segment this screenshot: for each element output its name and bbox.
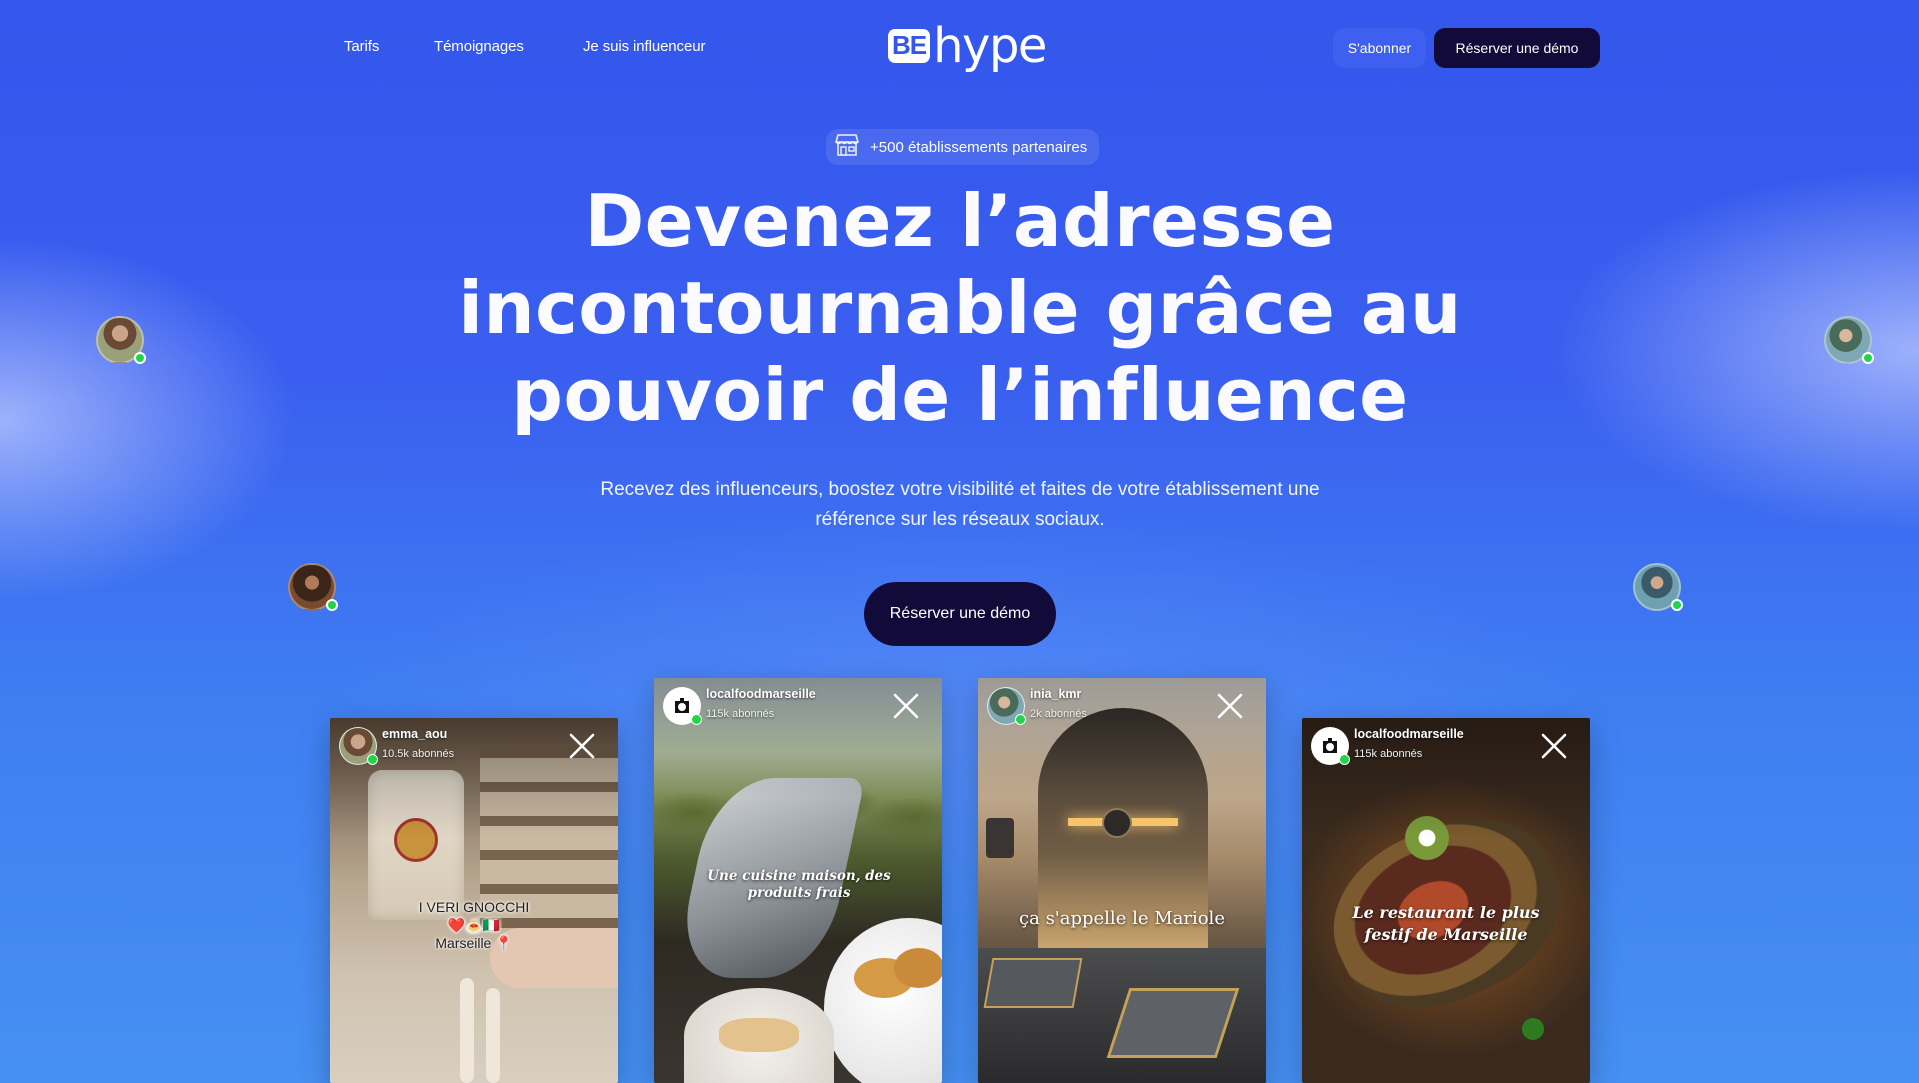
nav-link-influenceur[interactable]: Je suis influenceur [583, 38, 705, 55]
nav-link-tarifs[interactable]: Tarifs [344, 38, 379, 55]
avatar [1311, 727, 1350, 765]
gnocchi-roll-image [460, 978, 474, 1083]
behype-logo[interactable]: BE hype [888, 18, 1047, 74]
restaurant-logo-icon [1323, 738, 1337, 753]
close-icon[interactable] [1540, 732, 1568, 760]
reel-card[interactable]: inia_kmr 2k abonnés ça s'appelle le Mari… [978, 678, 1266, 1083]
reel-username[interactable]: localfoodmarseille [706, 687, 816, 701]
top-navigation: Tarifs Témoignages Je suis influenceur B… [0, 0, 1919, 96]
nav-link-temoignages[interactable]: Témoignages [434, 38, 524, 55]
online-status-dot [1862, 352, 1874, 364]
fish-dish-image [684, 988, 834, 1083]
reel-card[interactable]: localfoodmarseille 115k abonnés Le resta… [1302, 718, 1590, 1083]
headline-line-1: Devenez l’adresse [584, 179, 1336, 263]
close-icon[interactable] [568, 732, 596, 760]
restaurant-logo-icon [675, 698, 689, 713]
hero-headline: Devenez l’adresse incontournable grâce a… [360, 178, 1560, 439]
gnocchi-roll-image [486, 988, 500, 1083]
partners-badge: +500 établissements partenaires [826, 129, 1100, 165]
book-demo-hero-button[interactable]: Réserver une démo [864, 582, 1056, 646]
reel-subscribers: 2k abonnés [1030, 708, 1087, 720]
reel-username[interactable]: localfoodmarseille [1354, 727, 1464, 741]
reel-subscribers: 115k abonnés [1354, 748, 1423, 760]
headline-line-2: incontournable grâce au [458, 266, 1462, 350]
reel-caption: I VERI GNOCCHI ❤️🍝🇮🇹 Marseille 📍 [418, 899, 530, 951]
floating-influencer-avatar [1633, 563, 1683, 611]
sauce-dot-image [1522, 1018, 1544, 1040]
online-status-dot [691, 714, 702, 725]
online-status-dot [1015, 714, 1026, 725]
floating-influencer-avatar [1824, 316, 1874, 364]
avatar [663, 687, 702, 725]
book-demo-nav-button[interactable]: Réserver une démo [1434, 28, 1600, 68]
reel-username[interactable]: inia_kmr [1030, 687, 1081, 701]
online-status-dot [1671, 599, 1683, 611]
headline-line-3: pouvoir de l’influence [511, 353, 1409, 437]
reel-subscribers: 10.5k abonnés [382, 748, 455, 760]
reel-caption: Une cuisine maison, des produits frais [707, 868, 891, 901]
partners-badge-text: +500 établissements partenaires [870, 138, 1088, 156]
reel-caption: Le restaurant le plus festif de Marseill… [1352, 903, 1540, 944]
sign-image [986, 818, 1014, 858]
reel-caption: ça s'appelle le Mariole [1019, 908, 1225, 929]
online-status-dot [326, 599, 338, 611]
avatar [339, 727, 378, 765]
storefront-icon [834, 133, 860, 161]
reel-card[interactable]: localfoodmarseille 115k abonnés Une cuis… [654, 678, 942, 1083]
plate-image [824, 918, 942, 1083]
reel-username[interactable]: emma_aou [382, 727, 447, 741]
online-status-dot [1339, 754, 1350, 765]
subscribe-button[interactable]: S'abonner [1333, 28, 1426, 68]
online-status-dot [134, 352, 146, 364]
terrace-image [978, 948, 1266, 1083]
reel-card[interactable]: emma_aou 10.5k abonnés I VERI GNOCCHI ❤️… [330, 718, 618, 1083]
avatar [987, 687, 1026, 725]
close-icon[interactable] [892, 692, 920, 720]
round-sign-image [1102, 808, 1132, 838]
floating-influencer-avatar [288, 563, 338, 611]
floating-influencer-avatar [96, 316, 146, 364]
close-icon[interactable] [1216, 692, 1244, 720]
hero-subtitle: Recevez des influenceurs, boostez votre … [600, 479, 1320, 530]
online-status-dot [367, 754, 378, 765]
logo-wordmark: hype [933, 18, 1047, 74]
logo-mark: BE [888, 29, 931, 63]
reel-subscribers: 115k abonnés [706, 708, 775, 720]
